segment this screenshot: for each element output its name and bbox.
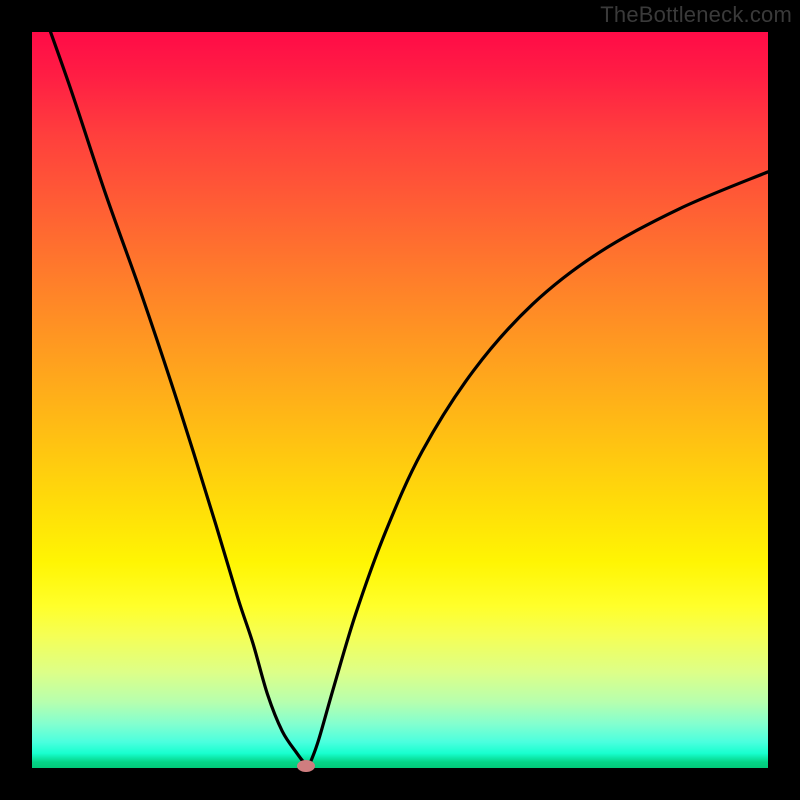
- chart-frame: TheBottleneck.com: [0, 0, 800, 800]
- minimum-marker: [297, 760, 315, 772]
- plot-area: [32, 32, 768, 768]
- attribution-text: TheBottleneck.com: [600, 2, 792, 28]
- bottleneck-curve: [32, 32, 768, 768]
